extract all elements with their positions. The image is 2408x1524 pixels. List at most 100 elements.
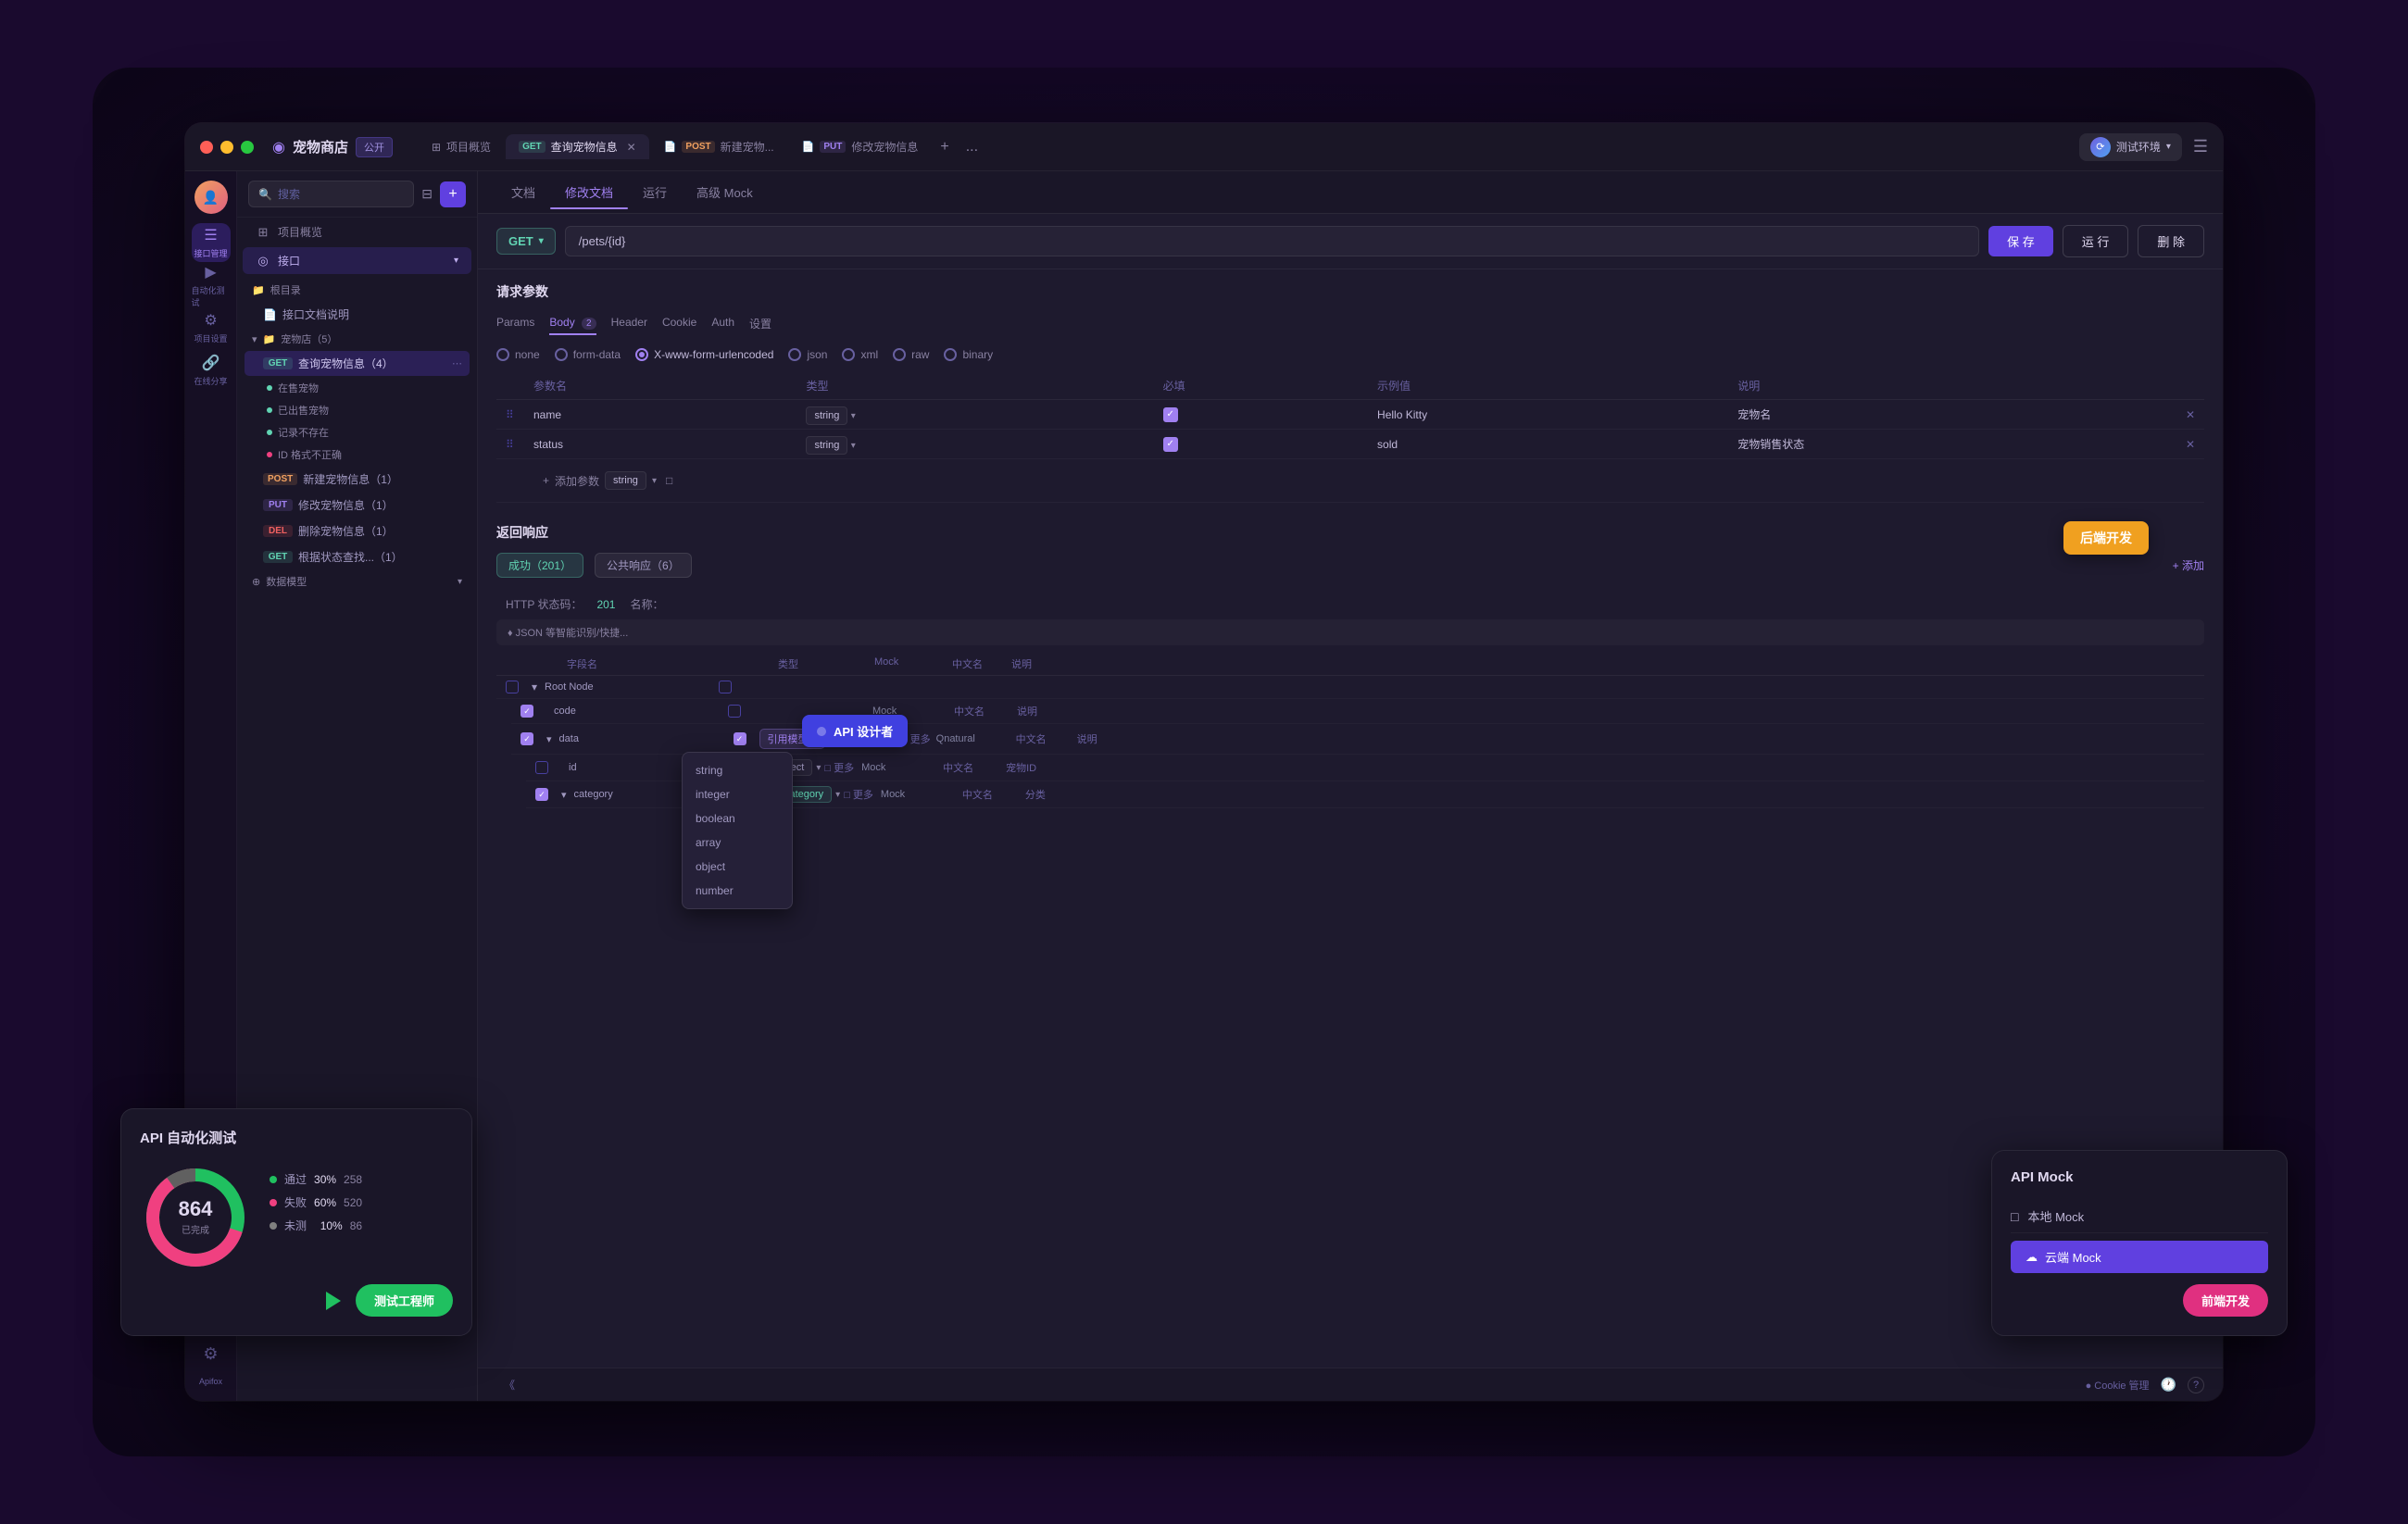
id-more-btn[interactable]: □ 更多 xyxy=(824,760,854,775)
nav-auto-test[interactable]: ▶ 自动化测试 xyxy=(192,266,231,305)
add-button[interactable]: + xyxy=(440,181,466,207)
body-binary[interactable]: binary xyxy=(944,348,993,361)
add-param-type[interactable]: string xyxy=(605,471,646,490)
body-json[interactable]: json xyxy=(788,348,827,361)
local-mock-item[interactable]: □ 本地 Mock xyxy=(2011,1200,2268,1233)
frontend-badge[interactable]: 前端开发 xyxy=(2183,1284,2268,1317)
url-input[interactable]: /pets/{id} xyxy=(565,226,1979,256)
param-example-cell[interactable]: Hello Kitty xyxy=(1368,400,1728,430)
dropdown-item-number[interactable]: number xyxy=(683,879,792,903)
check-data[interactable]: ✓ xyxy=(520,732,533,745)
drag-handle[interactable]: ⠿ xyxy=(506,408,514,421)
check-data2[interactable]: ✓ xyxy=(734,732,746,745)
param-example-cell[interactable]: sold xyxy=(1368,430,1728,459)
tab-get-pets[interactable]: GET 查询宠物信息 ✕ xyxy=(506,134,649,159)
help-icon[interactable]: ? xyxy=(2188,1377,2204,1393)
play-button[interactable] xyxy=(326,1292,341,1310)
run-button[interactable]: 运 行 xyxy=(2063,225,2129,257)
body-form-data[interactable]: form-data xyxy=(555,348,621,361)
body-urlencoded[interactable]: X-www-form-urlencoded xyxy=(635,348,773,361)
sidebar-item-overview[interactable]: ⊞ 项目概览 xyxy=(243,219,471,245)
params-tab-params[interactable]: Params xyxy=(496,312,534,335)
param-type-select[interactable]: string xyxy=(806,406,847,425)
drag-handle[interactable]: ⠿ xyxy=(506,438,514,451)
sub-item-sold[interactable]: 已出售宠物 xyxy=(259,399,470,421)
params-tab-cookie[interactable]: Cookie xyxy=(662,312,696,335)
tab-advanced-mock[interactable]: 高级 Mock xyxy=(682,176,768,208)
param-required-check[interactable]: ✓ xyxy=(1163,407,1178,422)
tab-post-pets[interactable]: 📄 POST 新建宠物... xyxy=(651,134,787,159)
more-tabs-button[interactable]: ... xyxy=(959,139,985,156)
tree-item-del-pets[interactable]: DEL 删除宠物信息（1） xyxy=(245,518,470,543)
check-root[interactable] xyxy=(506,681,519,693)
tab-overview[interactable]: ⊞ 项目概览 xyxy=(419,134,504,159)
params-tab-auth[interactable]: Auth xyxy=(711,312,734,335)
dropdown-item-string[interactable]: string xyxy=(683,758,792,782)
dropdown-item-object[interactable]: object xyxy=(683,855,792,879)
check-id[interactable] xyxy=(535,761,548,774)
sub-item-bad-id[interactable]: ID 格式不正确 xyxy=(259,443,470,466)
param-required-check[interactable]: ✓ xyxy=(1163,437,1178,452)
nav-online-share[interactable]: 🔗 在线分享 xyxy=(192,351,231,390)
cloud-mock-button[interactable]: ☁ 云端 Mock xyxy=(2011,1241,2268,1273)
method-selector[interactable]: GET ▾ xyxy=(496,228,556,255)
check-root2[interactable] xyxy=(719,681,732,693)
category-more-btn[interactable]: □ 更多 xyxy=(844,787,873,802)
sub-item-on-sale[interactable]: 在售宠物 xyxy=(259,377,470,399)
success-badge[interactable]: 成功（201） xyxy=(496,553,583,578)
check-code[interactable]: ✓ xyxy=(520,705,533,718)
tree-data-model[interactable]: ⊕ 数据模型 ▾ xyxy=(245,570,470,593)
tree-item-get-pets[interactable]: GET 查询宠物信息（4） ⋯ xyxy=(245,351,470,376)
maximize-button[interactable] xyxy=(241,141,254,154)
tree-item-get-by-status[interactable]: GET 根据状态查找...（1） xyxy=(245,544,470,569)
tab-edit-docs[interactable]: 修改文档 xyxy=(550,176,628,208)
nav-interface[interactable]: ☰ 接口管理 xyxy=(192,223,231,262)
tree-item-put-pets[interactable]: PUT 修改宠物信息（1） xyxy=(245,493,470,518)
delete-button[interactable]: 删 除 xyxy=(2138,225,2204,257)
save-button[interactable]: 保 存 xyxy=(1988,226,2053,256)
body-xml[interactable]: xml xyxy=(842,348,878,361)
search-input[interactable]: 🔍 搜索 xyxy=(248,181,414,207)
tree-item-post-pets[interactable]: POST 新建宠物信息（1） xyxy=(245,467,470,492)
add-tab-button[interactable]: + xyxy=(933,139,956,156)
dropdown-item-array[interactable]: array xyxy=(683,831,792,855)
tab-docs[interactable]: 文档 xyxy=(496,176,550,208)
params-tab-header[interactable]: Header xyxy=(611,312,647,335)
history-icon[interactable]: 🕐 xyxy=(2161,1377,2176,1393)
cookie-manager[interactable]: ● Cookie 管理 xyxy=(2086,1378,2150,1393)
test-engineer-badge[interactable]: 测试工程师 xyxy=(356,1284,453,1317)
sidebar-item-interface[interactable]: ◎ 接口 ▾ xyxy=(243,247,471,274)
tab-put-pets[interactable]: 📄 PUT 修改宠物信息 xyxy=(789,134,932,159)
env-selector[interactable]: ⟳ 测试环境 ▾ xyxy=(2079,133,2182,161)
json-hint[interactable]: ♦ JSON 等智能识别/快捷... xyxy=(496,619,2204,645)
params-tab-body[interactable]: Body 2 xyxy=(549,312,596,335)
param-desc-cell[interactable]: 宠物销售状态 xyxy=(1728,430,2176,459)
param-delete[interactable]: ✕ xyxy=(2186,408,2195,421)
tree-pet-shop[interactable]: ▾ 📁 宠物店（5） xyxy=(245,328,470,350)
param-type-select[interactable]: string xyxy=(806,436,847,455)
check-code2[interactable] xyxy=(728,705,741,718)
body-none[interactable]: none xyxy=(496,348,540,361)
nav-project-settings[interactable]: ⚙ 项目设置 xyxy=(192,308,231,347)
body-raw[interactable]: raw xyxy=(893,348,929,361)
collapse-button[interactable]: 《 xyxy=(496,1373,522,1396)
user-avatar[interactable]: 👤 xyxy=(194,181,228,214)
dropdown-item-integer[interactable]: integer xyxy=(683,782,792,806)
filter-button[interactable]: ⊟ xyxy=(421,186,433,202)
params-tab-settings[interactable]: 设置 xyxy=(749,312,771,335)
sub-item-not-found[interactable]: 记录不存在 xyxy=(259,421,470,443)
minimize-button[interactable] xyxy=(220,141,233,154)
add-param-button[interactable]: + 添加参数 string ▾ □ xyxy=(533,466,2167,495)
tree-item-docs[interactable]: 📄 接口文档说明 xyxy=(245,302,470,327)
check-category[interactable]: ✓ xyxy=(535,788,548,801)
dropdown-item-boolean[interactable]: boolean xyxy=(683,806,792,831)
param-delete[interactable]: ✕ xyxy=(2186,438,2195,451)
close-button[interactable] xyxy=(200,141,213,154)
param-desc-cell[interactable]: 宠物名 xyxy=(1728,400,2176,430)
public-response-badge[interactable]: 公共响应（6） xyxy=(595,553,692,578)
param-name-cell[interactable]: status xyxy=(524,430,796,459)
settings-icon[interactable]: ⚙ xyxy=(192,1334,231,1373)
menu-icon[interactable]: ☰ xyxy=(2193,137,2208,156)
param-name-cell[interactable]: name xyxy=(524,400,796,430)
add-response-button[interactable]: + 添加 xyxy=(2173,557,2204,573)
